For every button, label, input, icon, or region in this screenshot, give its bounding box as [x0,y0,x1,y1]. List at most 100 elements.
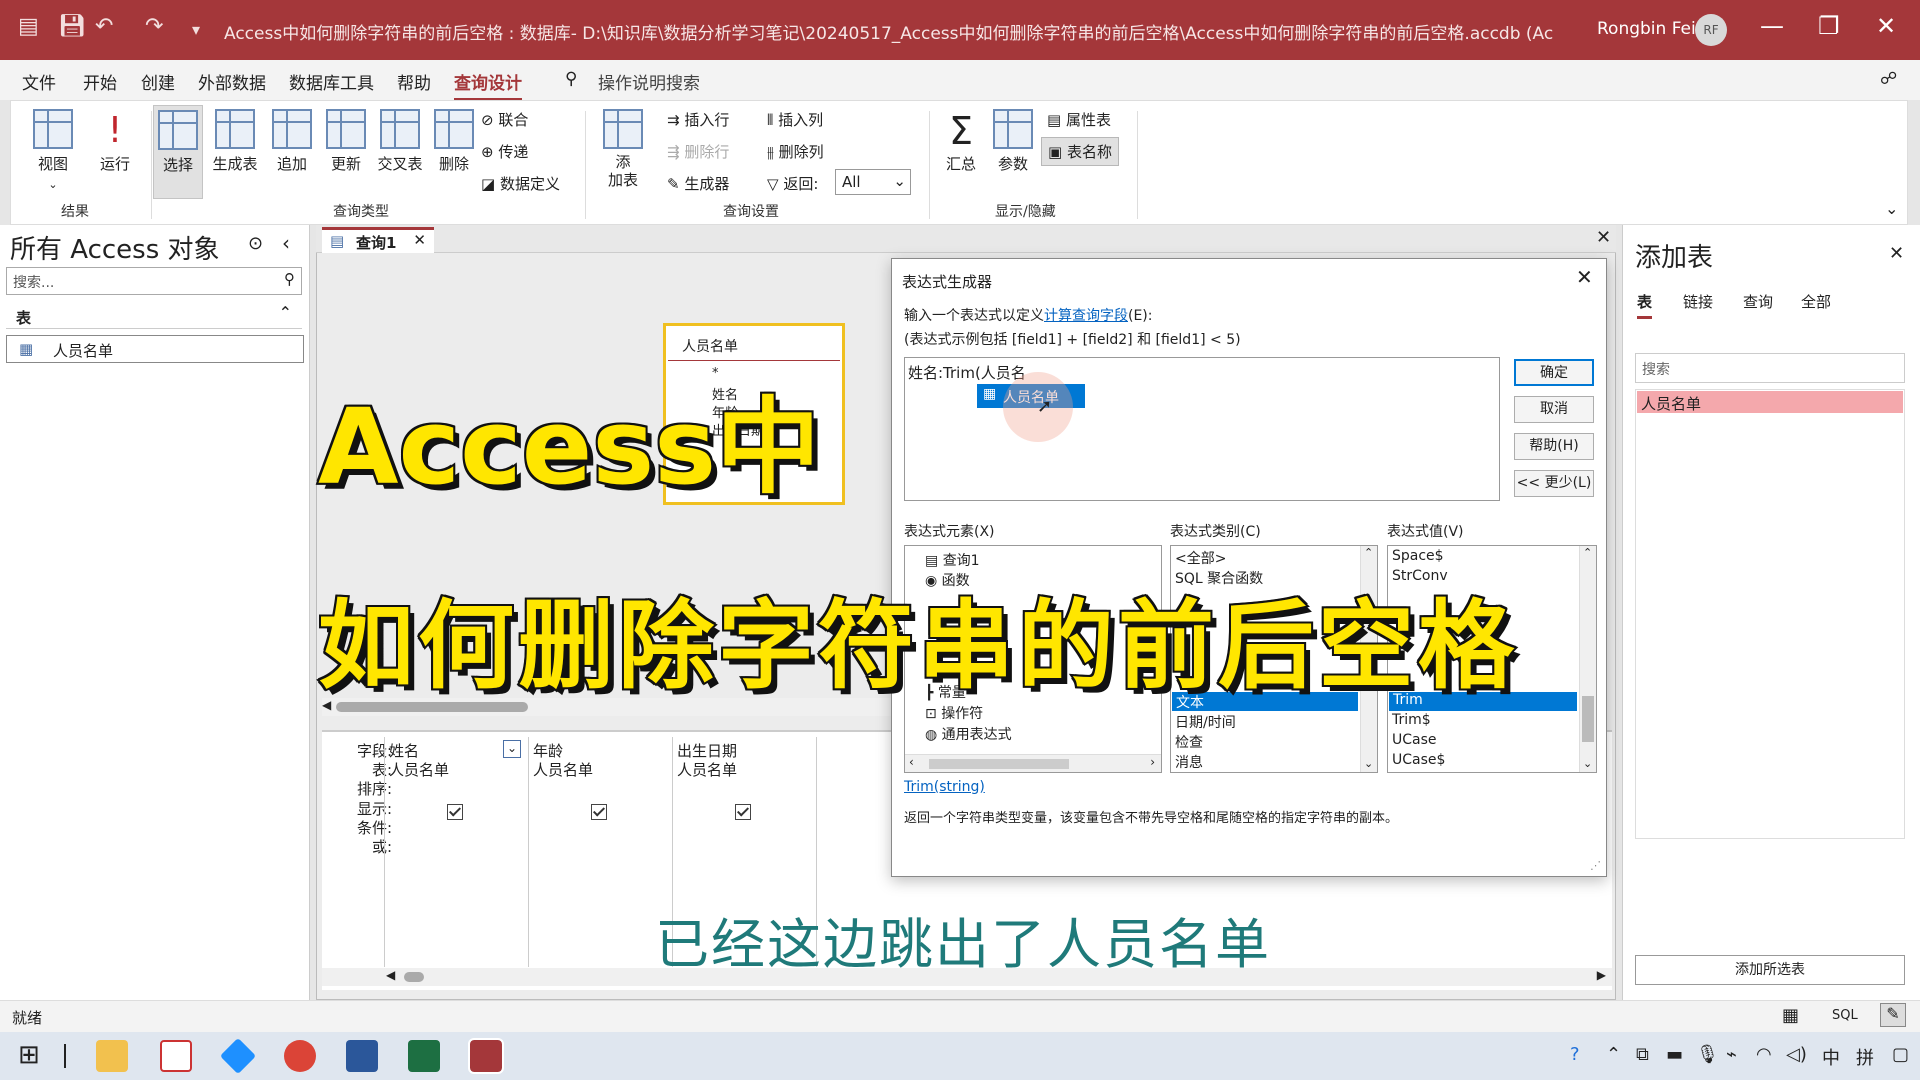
menu-home[interactable]: 开始 [83,69,117,94]
chevron-up-icon[interactable]: ⌃ [1364,546,1373,559]
network-app-icon[interactable]: ⧉ [1636,1044,1649,1065]
search-icon[interactable]: ⚲ [565,69,577,89]
cancel-button[interactable]: 取消 [1514,396,1594,423]
builder-button[interactable]: ✎ 生成器 [667,173,729,194]
chevron-up-icon[interactable]: ⌃ [1583,546,1592,559]
grid-column[interactable]: 年龄 人员名单 [528,737,672,967]
scroll-right-icon[interactable]: › [1150,755,1155,769]
ime-pinyin[interactable]: 拼 [1856,1044,1874,1070]
app-icon[interactable] [219,1037,257,1075]
delete-columns-button[interactable]: ⫵ 删除列 [767,141,824,162]
function-syntax-link[interactable]: Trim(string) [904,779,985,795]
less-button[interactable]: << 更少(L) [1514,470,1594,497]
close-pane-icon[interactable]: ✕ [1889,243,1904,264]
menu-file[interactable]: 文件 [22,69,56,94]
expression-editor[interactable]: 姓名:Trim(人员名 ▦ 人员名单 ➚ [904,357,1500,501]
restore-button[interactable]: ❐ [1818,12,1840,40]
sql-view-button[interactable]: SQL [1832,1008,1858,1023]
menu-create[interactable]: 创建 [141,69,175,94]
access-icon[interactable] [468,1038,504,1074]
close-tab-icon[interactable]: ✕ [413,231,426,249]
pass-through-button[interactable]: ⊕ 传递 [481,141,528,162]
list-item[interactable]: ◍ 通用表达式 [925,724,1012,744]
list-item[interactable]: UCase$ [1392,752,1445,768]
add-selected-tables-button[interactable]: 添加所选表 [1635,955,1905,985]
field-dropdown-icon[interactable]: ⌄ [503,740,521,758]
tell-me-search[interactable]: 操作说明搜索 [598,69,700,94]
window-app-icon[interactable] [346,1040,378,1072]
menu-external-data[interactable]: 外部数据 [198,69,266,94]
crosstab-button[interactable]: 交叉表 [375,109,425,174]
design-view-icon[interactable]: ✎ [1880,1003,1906,1027]
snipping-tool-icon[interactable] [160,1040,192,1072]
resize-grip-icon[interactable]: ⋰ [1590,859,1601,872]
totals-button[interactable]: Σ 汇总 [939,109,983,174]
help-button[interactable]: 帮助(H) [1514,433,1594,460]
list-item[interactable]: 人员名单 [1637,391,1903,413]
scroll-thumb[interactable] [929,759,1069,769]
comments-icon[interactable]: ☍ [1880,69,1897,89]
windows-start-icon[interactable]: ⊞ [18,1040,40,1070]
show-checkbox[interactable] [591,804,607,820]
customize-qat-icon[interactable]: ▾ [192,20,200,39]
calculated-field-link[interactable]: 计算查询字段 [1044,308,1128,324]
list-item[interactable]: ▤ 查询1 [925,550,980,570]
close-button[interactable]: ✕ [1876,12,1896,40]
insert-rows-button[interactable]: ⇉ 插入行 [667,109,729,130]
excel-icon[interactable] [408,1040,440,1072]
scroll-left-icon[interactable]: ◀ [386,968,395,982]
close-document-icon[interactable]: ✕ [1596,227,1611,248]
menu-query-design[interactable]: 查询设计 [454,69,522,101]
usb-icon[interactable]: ⌁ [1726,1044,1737,1065]
run-button[interactable]: ! 运行 [89,109,141,174]
chevron-down-icon[interactable]: ⌄ [1583,757,1592,770]
tab-query1[interactable]: ▤ 查询1 ✕ [322,227,434,253]
scroll-right-icon[interactable]: ▶ [1597,968,1606,982]
table-names-button[interactable]: ▣ 表名称 [1041,137,1119,166]
battery-icon[interactable]: ▬ [1666,1044,1683,1065]
tab-all[interactable]: 全部 [1801,291,1831,312]
menu-help[interactable]: 帮助 [397,69,431,94]
ime-mode[interactable]: 中 [1822,1044,1840,1070]
microphone-icon[interactable]: 🎙︎ [1696,1044,1719,1065]
datasheet-view-icon[interactable]: ▦ [1782,1005,1799,1026]
nav-menu-chevron-icon[interactable]: ⊙ [248,233,263,254]
nav-item-table[interactable]: ▦ 人员名单 [6,335,304,363]
add-table-button[interactable]: 添加表 [599,109,647,189]
property-sheet-button[interactable]: ▤ 属性表 [1047,109,1111,130]
list-hscroll[interactable]: ‹ › [905,754,1161,772]
scroll-thumb[interactable] [404,972,424,982]
redo-icon[interactable]: ↷ [145,14,163,39]
tab-tables[interactable]: 表 [1637,291,1653,319]
chrome-icon[interactable] [284,1040,316,1072]
data-definition-button[interactable]: ◪ 数据定义 [481,173,560,194]
update-button[interactable]: 更新 [321,109,371,174]
list-vscroll[interactable]: ⌃ ⌄ [1579,546,1596,772]
list-item[interactable]: 检查 [1175,732,1203,752]
dialog-close-icon[interactable]: ✕ [1576,265,1593,289]
tab-queries[interactable]: 查询 [1743,291,1773,312]
make-table-button[interactable]: 生成表 [207,109,263,174]
list-item[interactable]: 消息 [1175,752,1203,772]
wifi-icon[interactable]: ◠ [1756,1044,1772,1065]
file-explorer-icon[interactable] [96,1040,128,1072]
list-item[interactable]: UCase [1392,732,1437,748]
menu-database-tools[interactable]: 数据库工具 [289,69,374,94]
chevron-down-icon[interactable]: ⌄ [1364,757,1373,770]
select-query-button[interactable]: 选择 [153,105,203,199]
collapse-ribbon-icon[interactable]: ⌄ [1885,199,1898,218]
avatar[interactable]: RF [1695,14,1727,46]
collapse-pane-icon[interactable]: ‹ [282,231,290,255]
list-item[interactable]: Trim$ [1392,712,1431,728]
grid-column[interactable]: 姓名 ⌄ 人员名单 [384,737,528,967]
chevron-up-icon[interactable]: ⌃ [1606,1044,1621,1065]
list-item[interactable]: Space$ [1392,548,1444,564]
ok-button[interactable]: 确定 [1514,359,1594,386]
return-select[interactable]: All ⌄ [835,169,911,195]
insert-columns-button[interactable]: ⫴ 插入列 [767,109,823,130]
scroll-left-icon[interactable]: ‹ [909,755,914,769]
append-button[interactable]: 追加 [267,109,317,174]
delete-query-button[interactable]: 删除 [429,109,479,174]
delete-rows-button[interactable]: ⇶ 删除行 [667,141,729,162]
union-button[interactable]: ⊘ 联合 [481,109,528,130]
